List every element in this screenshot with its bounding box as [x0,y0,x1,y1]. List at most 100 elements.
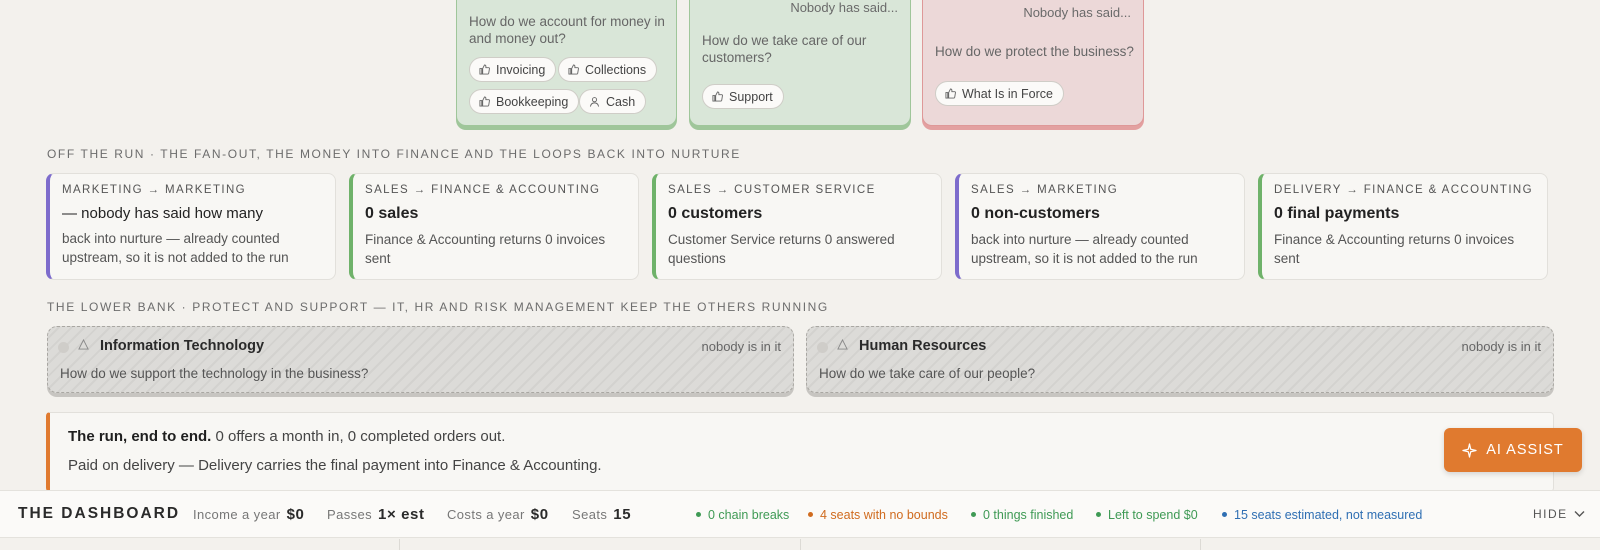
column-divider [1200,539,1201,550]
flow-value: 0 customers [668,205,763,222]
lower-bank-label: THE LOWER BANK · PROTECT AND SUPPORT — I… [47,300,829,314]
hide-button[interactable]: HIDE [1533,507,1585,521]
bank-title: Information Technology [100,338,265,354]
chip-label: What Is in Force [962,86,1053,101]
ai-assist-button[interactable]: AI ASSIST [1444,428,1582,472]
status-dot [808,512,813,518]
flow-marketing-marketing[interactable]: MARKETING → MARKETING — nobody has said … [46,173,336,280]
bank-human-resources[interactable]: Human Resources nobody is in it How do w… [806,326,1554,393]
chip-label: Cash [606,94,636,109]
flow-route: SALES → MARKETING [971,184,1119,196]
risk-question: How do we protect the business? [935,44,1134,59]
run-summary: The run, end to end. 0 offers a month in… [46,412,1554,492]
thumb-icon [479,64,490,75]
hide-label: HIDE [1533,507,1568,521]
metric-costs: Costs a year $0 [447,506,549,524]
run-detail: Paid on delivery — Delivery carries the … [68,457,602,474]
chip-label: Collections [585,62,647,77]
metric-label: Income a year [193,507,281,522]
flow-sales-customer-service[interactable]: SALES → CUSTOMER SERVICE 0 customers Cus… [652,173,942,280]
chip-label: Support [729,89,773,104]
flow-desc: back into nurture — already counted upst… [971,232,1198,266]
thumb-icon [568,64,579,75]
finance-card[interactable]: How do we account for money in and money… [456,0,677,126]
metric-value: 15 [613,506,632,523]
chip-invoicing[interactable]: Invoicing [469,57,557,82]
dashboard-title: THE DASHBOARD [18,505,181,522]
flow-sales-finance[interactable]: SALES → FINANCE & ACCOUNTING 0 sales Fin… [349,173,639,280]
status-seats-estimated[interactable]: 15 seats estimated, not measured [1222,508,1422,522]
customer-service-card[interactable]: Nobody has said... How do we take care o… [689,0,911,126]
flow-desc: Customer Service returns 0 answered ques… [668,232,895,266]
bank-status: nobody is in it [1461,339,1542,354]
run-line: The run, end to end. 0 offers a month in… [68,428,505,445]
metric-value: 1× est [378,506,425,523]
finance-question: How do we account for money in and money… [469,14,665,46]
flow-value: 0 final payments [1274,205,1400,222]
status-chain-breaks[interactable]: 0 chain breaks [696,508,789,522]
status-text: 4 seats with no bounds [820,508,948,522]
status-left-to-spend[interactable]: Left to spend $0 [1096,508,1198,522]
status-things-finished[interactable]: 0 things finished [971,508,1073,522]
person-icon [837,338,848,353]
status-text: Left to spend $0 [1108,508,1198,522]
bank-question: How do we take care of our people? [819,366,1036,381]
sparkle-icon [1462,442,1477,458]
flow-route: MARKETING → MARKETING [62,184,247,196]
chip-collections[interactable]: Collections [558,57,658,82]
metric-value: $0 [286,506,305,523]
flow-desc: Finance & Accounting returns 0 invoices … [1274,232,1515,266]
thumb-icon [479,96,490,107]
metric-value: $0 [530,506,549,523]
status-dot [1096,512,1101,518]
status-no-bounds[interactable]: 4 seats with no bounds [808,508,948,522]
run-summary-text: 0 offers a month in, 0 completed orders … [211,428,506,445]
metric-passes: Passes 1× est [327,506,425,524]
metric-label: Costs a year [447,507,525,522]
customer-question: How do we take care of our customers? [702,33,867,65]
flow-delivery-finance[interactable]: DELIVERY → FINANCE & ACCOUNTING 0 final … [1258,173,1548,280]
status-dot [817,342,828,353]
bank-question: How do we support the technology in the … [60,366,369,381]
status-text: 0 chain breaks [708,508,790,522]
status-text: 15 seats estimated, not measured [1234,508,1423,522]
flow-value: 0 sales [365,205,419,222]
chip-label: Invoicing [496,62,546,77]
flow-route: SALES → CUSTOMER SERVICE [668,184,876,196]
metric-label: Seats [572,507,608,522]
metric-label: Passes [327,507,373,522]
flow-value: 0 non-customers [971,205,1100,222]
flow-desc: back into nurture — already counted upst… [62,231,289,265]
bottom-strip [0,539,1600,550]
chip-support[interactable]: Support [702,84,784,109]
flow-desc: Finance & Accounting returns 0 invoices … [365,232,606,266]
chip-label: Bookkeeping [496,94,569,109]
metric-seats: Seats 15 [572,506,631,524]
chevron-down-icon [1574,510,1585,518]
nobody-note: Nobody has said... [1023,5,1131,20]
status-dot [971,512,976,518]
metric-income: Income a year $0 [193,506,304,524]
dashboard-bar: THE DASHBOARD Income a year $0 Passes 1× e… [0,490,1600,538]
thumb-icon [945,88,956,99]
chip-cash[interactable]: Cash [579,89,647,114]
run-heading: The run, end to end. [68,428,212,445]
person-icon [589,96,600,107]
status-text: 0 things finished [983,508,1074,522]
status-dot [696,512,701,518]
column-divider [399,539,400,550]
flow-value: — nobody has said how many [62,205,263,222]
status-dot [58,342,69,353]
chip-bookkeeping[interactable]: Bookkeeping [469,89,580,114]
chip-what-is-in-force[interactable]: What Is in Force [935,81,1064,106]
bank-information-technology[interactable]: Information Technology nobody is in it H… [47,326,794,393]
off-run-label: OFF THE RUN · THE FAN-OUT, THE MONEY INT… [47,147,741,161]
flow-route: DELIVERY → FINANCE & ACCOUNTING [1274,184,1533,196]
flow-sales-marketing[interactable]: SALES → MARKETING 0 non-customers back i… [955,173,1245,280]
nobody-note: Nobody has said... [790,0,898,15]
risk-management-card[interactable]: Nobody has said... How do we protect the… [922,0,1144,126]
ai-assist-label: AI ASSIST [1486,442,1564,458]
status-dot [1222,512,1227,518]
person-icon [78,338,89,353]
bank-title: Human Resources [859,338,987,354]
